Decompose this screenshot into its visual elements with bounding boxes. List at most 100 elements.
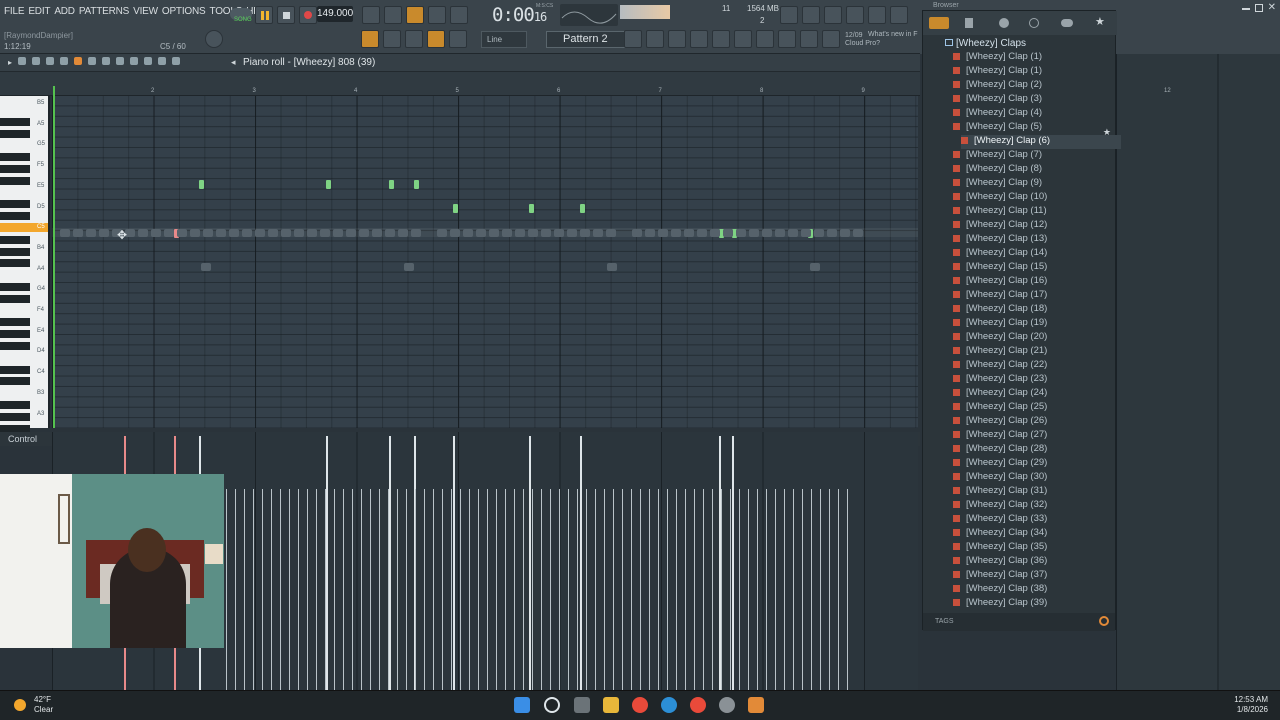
link-icon[interactable] <box>427 30 445 48</box>
countdown-icon[interactable] <box>406 6 424 24</box>
browser-item[interactable]: [Wheezy] Clap (37) <box>953 569 1113 583</box>
channel-rack-icon[interactable] <box>668 30 686 48</box>
browser-item[interactable]: [Wheezy] Clap (14) <box>953 247 1113 261</box>
record-button[interactable] <box>299 6 317 24</box>
fl-studio-icon[interactable] <box>748 697 764 713</box>
cut-icon[interactable] <box>802 6 820 24</box>
browser-item[interactable]: [Wheezy] Clap (22) <box>953 359 1113 373</box>
browser-item[interactable]: [Wheezy] Clap (13) <box>953 233 1113 247</box>
menu-arrow-icon[interactable]: ▸ <box>8 58 12 67</box>
obs-icon[interactable] <box>719 697 735 713</box>
power-icon[interactable] <box>780 6 798 24</box>
black-key[interactable] <box>0 200 30 209</box>
note[interactable] <box>580 204 585 213</box>
weather-widget[interactable]: 42°F Clear <box>34 695 53 715</box>
note[interactable] <box>389 180 394 189</box>
browser-item[interactable]: [Wheezy] Clap (21) <box>953 345 1113 359</box>
black-key[interactable] <box>0 129 30 138</box>
browser-item[interactable]: [Wheezy] Clap (12) <box>953 219 1113 233</box>
browser-item[interactable]: [Wheezy] Clap (6) <box>961 135 1121 149</box>
menu-view[interactable]: VIEW <box>133 6 158 17</box>
file-explorer-icon[interactable] <box>603 697 619 713</box>
browser-folder[interactable]: [Wheezy] Claps <box>945 38 1026 49</box>
black-key[interactable] <box>0 235 30 244</box>
menu-edit[interactable]: EDIT <box>28 6 50 17</box>
black-key[interactable] <box>0 247 30 256</box>
velocity-bar[interactable] <box>732 436 734 690</box>
black-key[interactable] <box>0 212 30 221</box>
note-grid[interactable] <box>52 96 918 428</box>
velocity-bar[interactable] <box>580 436 582 690</box>
browser-item[interactable]: [Wheezy] Clap (27) <box>953 429 1113 443</box>
mixer-icon[interactable] <box>890 6 908 24</box>
browser-item[interactable]: [Wheezy] Clap (30) <box>953 471 1113 485</box>
velocity-bar[interactable] <box>326 436 328 690</box>
browser-item[interactable]: [Wheezy] Clap (39) <box>953 597 1113 611</box>
browser-item[interactable]: [Wheezy] Clap (17) <box>953 289 1113 303</box>
control-label[interactable]: Control <box>8 434 37 444</box>
browser-item[interactable]: [Wheezy] Clap (4) <box>953 107 1113 121</box>
browser-item[interactable]: [Wheezy] Clap (8) <box>953 163 1113 177</box>
mixer-view-icon[interactable] <box>690 30 708 48</box>
browser-item[interactable]: [Wheezy] Clap (31) <box>953 485 1113 499</box>
play-arrow-icon[interactable] <box>383 30 401 48</box>
all-files-icon[interactable] <box>929 17 949 29</box>
black-key[interactable] <box>0 401 30 409</box>
timeline-ruler[interactable]: 2 3 4 5 6 7 8 9 <box>0 72 920 96</box>
chrome-icon[interactable] <box>632 697 648 713</box>
favorite-star-icon[interactable]: ★ <box>1103 127 1111 138</box>
snap-select[interactable]: Line <box>481 31 527 48</box>
help-icon[interactable] <box>846 6 864 24</box>
pencil-icon[interactable] <box>405 30 423 48</box>
plugin-icon[interactable] <box>734 30 752 48</box>
plugin-db-icon[interactable] <box>999 18 1009 28</box>
browser-item[interactable]: [Wheezy] Clap (36) <box>953 555 1113 569</box>
minimize-icon[interactable] <box>1242 8 1250 10</box>
system-clock[interactable]: 12:53 AM 1/8/2026 <box>1234 695 1268 715</box>
menu-add[interactable]: ADD <box>54 6 75 17</box>
piano-roll-icon[interactable] <box>646 30 664 48</box>
browser-item[interactable]: [Wheezy] Clap (5) <box>953 121 1113 135</box>
windows-start-icon[interactable] <box>514 697 530 713</box>
master-volume-knob[interactable] <box>205 30 223 48</box>
browser-item[interactable]: [Wheezy] Clap (3) <box>953 93 1113 107</box>
browser-item[interactable]: [Wheezy] Clap (33) <box>953 513 1113 527</box>
browser-item[interactable]: [Wheezy] Clap (34) <box>953 527 1113 541</box>
tempo-display[interactable]: 149.000 <box>317 6 353 22</box>
maximize-icon[interactable] <box>1255 4 1263 12</box>
piano-roll-menu-icon[interactable]: ◂ <box>231 57 236 68</box>
note[interactable] <box>326 180 331 189</box>
black-key[interactable] <box>0 318 30 327</box>
browser-item[interactable]: [Wheezy] Clap (18) <box>953 303 1113 317</box>
browser-item[interactable]: [Wheezy] Clap (29) <box>953 457 1113 471</box>
black-key[interactable] <box>0 117 30 126</box>
browser-item[interactable]: [Wheezy] Clap (2) <box>953 79 1113 93</box>
browser-item[interactable]: [Wheezy] Clap (16) <box>953 275 1113 289</box>
velocity-bar[interactable] <box>389 436 391 690</box>
undo-icon[interactable] <box>60 57 68 65</box>
delete-tool-icon[interactable] <box>102 57 110 65</box>
play-button[interactable] <box>255 6 273 24</box>
browser-item[interactable]: [Wheezy] Clap (11) <box>953 205 1113 219</box>
tags-bar[interactable]: TAGS <box>923 613 1115 631</box>
browser-item[interactable]: [Wheezy] Clap (1) <box>953 51 1113 65</box>
piano-keyboard[interactable]: B5 A5 G5 F5 E5 D5 C5 B4 A4 G4 F4 E4 D4 C4 B3 A3 <box>0 96 50 433</box>
microphone-icon[interactable] <box>824 6 842 24</box>
select-tool-icon[interactable] <box>144 57 152 65</box>
black-key[interactable] <box>0 283 30 291</box>
audio-icon[interactable] <box>756 30 774 48</box>
menu-options[interactable]: OPTIONS <box>162 6 206 17</box>
chrome-profile-icon[interactable] <box>690 697 706 713</box>
speaker-icon[interactable] <box>172 57 180 65</box>
browser-item[interactable]: [Wheezy] Clap (19) <box>953 317 1113 331</box>
file-icon[interactable] <box>965 18 973 28</box>
slice-tool-icon[interactable] <box>130 57 138 65</box>
metronome-icon[interactable] <box>362 6 380 24</box>
browser-item[interactable]: [Wheezy] Clap (10) <box>953 191 1113 205</box>
step-edit-icon[interactable] <box>428 6 446 24</box>
mute-tool-icon[interactable] <box>116 57 124 65</box>
browser-item[interactable]: [Wheezy] Clap (1) <box>953 65 1113 79</box>
wrench-icon[interactable] <box>32 57 40 65</box>
stamp-icon[interactable] <box>449 30 467 48</box>
browser-item[interactable]: [Wheezy] Clap (20) <box>953 331 1113 345</box>
